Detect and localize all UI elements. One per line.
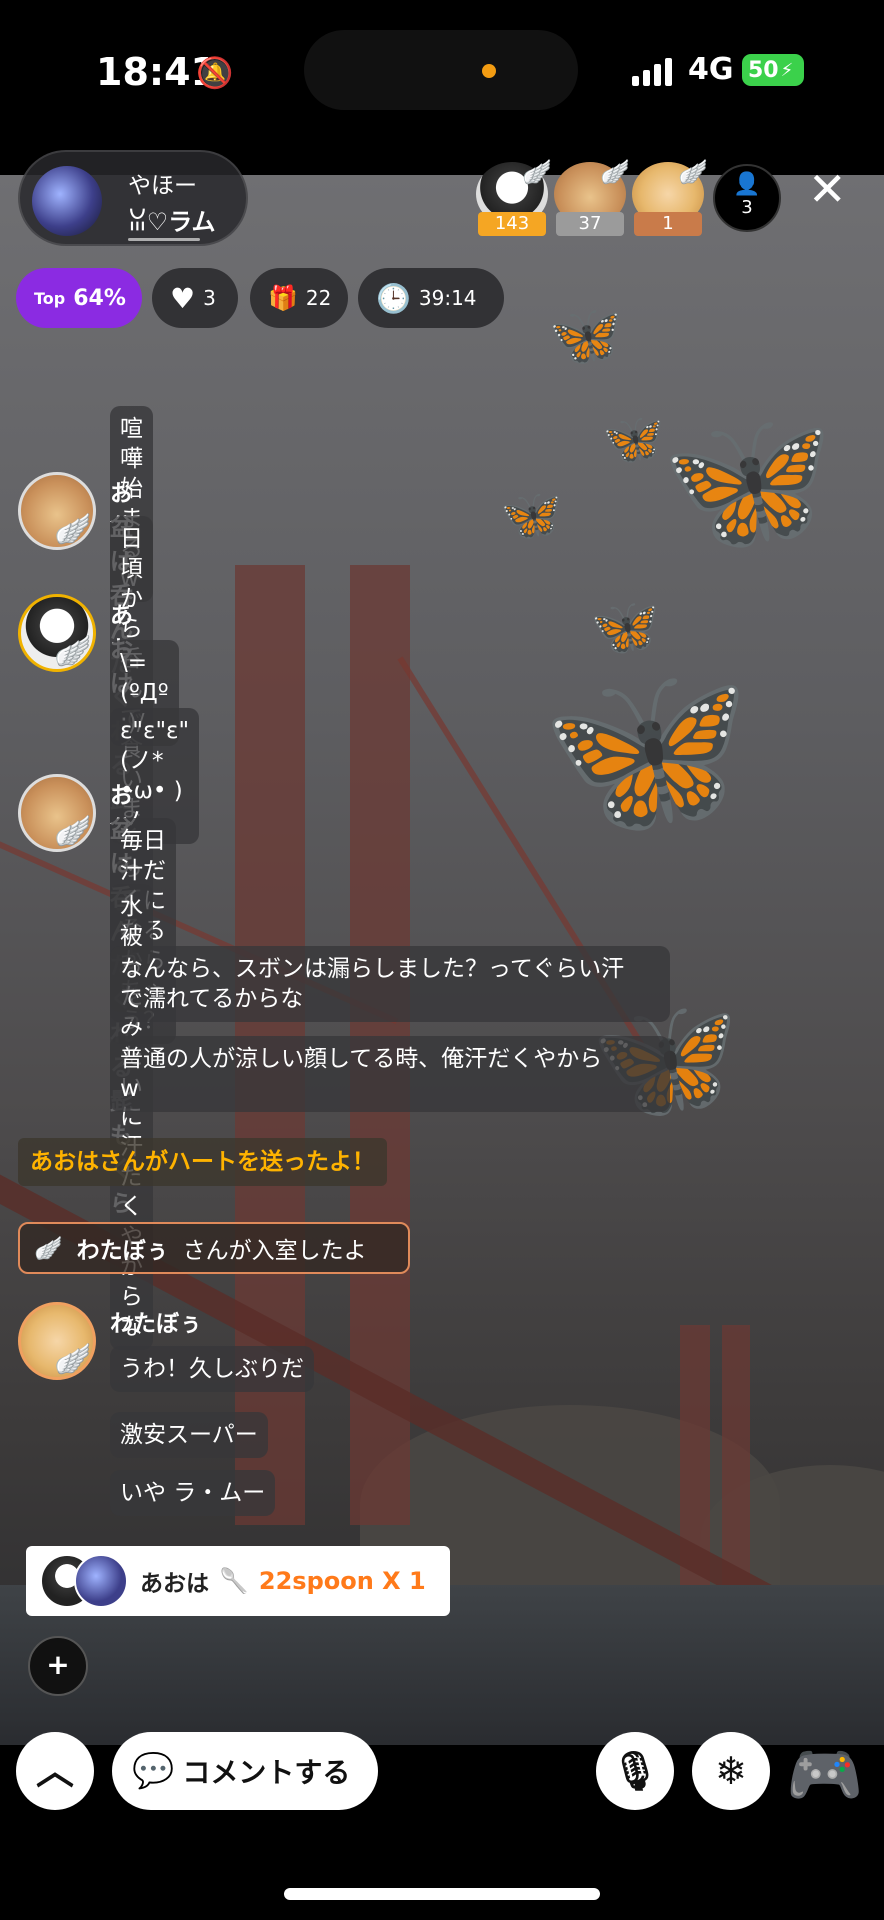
gift-amount: 22spoon X 1: [258, 1567, 426, 1595]
battery-level: 50: [748, 57, 779, 83]
message-line: w: [120, 1076, 139, 1102]
spoon-icon: 🥄: [219, 1567, 249, 1595]
host-profile[interactable]: やほー ꈍ♡ラム: [18, 150, 248, 246]
joined-username[interactable]: わたぼぅ: [77, 1231, 169, 1265]
viewer-count: 3: [741, 197, 753, 218]
chat-message: うわ！久しぶりだ: [110, 1346, 314, 1392]
rank-count: 37: [556, 212, 624, 236]
chat-message: 普通の人が涼しい顔してる時、俺汗だくやから w: [110, 1036, 670, 1112]
comment-label: コメントする: [182, 1756, 351, 1789]
likes-count: 3: [203, 286, 216, 310]
privacy-indicator: [482, 64, 496, 78]
username[interactable]: わたぼぅ: [110, 1304, 202, 1338]
add-button[interactable]: +: [28, 1636, 88, 1696]
gift-avatars: [40, 1554, 130, 1608]
host-avatar[interactable]: [32, 166, 102, 236]
microphone-icon[interactable]: 🎙: [596, 1732, 674, 1810]
dynamic-island: [304, 30, 578, 110]
top-label: Top: [34, 288, 66, 308]
wing-icon: 🪽: [678, 158, 708, 186]
gift-notification: あおは 🥄 22spoon X 1: [26, 1546, 450, 1616]
join-notification: 🪽 わたぼぅ さんが入室したよ: [18, 1222, 410, 1274]
clock-icon: 🕒: [376, 281, 411, 315]
gift-sender: あおは: [140, 1571, 209, 1597]
timer-stat: 🕒 39:14: [358, 268, 504, 328]
wing-icon: 🪽: [600, 158, 630, 186]
butterfly-effect: 🦋: [602, 410, 665, 468]
chevron-up-icon[interactable]: ︿: [16, 1732, 94, 1810]
message-line: で濡れてるからな: [120, 986, 304, 1012]
chat-bubble-icon: 💬: [132, 1751, 175, 1791]
bell-off-icon: 🔕: [196, 56, 234, 91]
top-rank-badge[interactable]: Top 64%: [16, 268, 142, 328]
wing-icon: 🪽: [34, 1235, 63, 1262]
gifts-count: 22: [305, 286, 332, 310]
charging-icon: ⚡: [780, 59, 794, 81]
rank-count: 143: [478, 212, 546, 236]
message-line: 普通の人が涼しい顔してる時、俺汗だくやから: [120, 1046, 603, 1072]
butterfly-effect: 🦋: [540, 651, 752, 849]
host-name: ꈍ♡ラム: [128, 208, 216, 236]
close-icon[interactable]: ✕: [808, 162, 847, 216]
timer-value: 39:14: [418, 286, 477, 310]
snowflake-icon[interactable]: ❄: [692, 1732, 770, 1810]
top-listener-3[interactable]: 🪽 1: [632, 158, 708, 236]
butterfly-effect: 🦋: [548, 301, 623, 371]
chat-message: 激安スーパー: [110, 1412, 268, 1458]
butterfly-effect: 🦋: [500, 486, 563, 544]
heart-notification: あおはさんがハートを送ったよ！: [18, 1138, 387, 1186]
wing-icon: 🪽: [522, 158, 552, 186]
signal-icon: [632, 56, 672, 86]
host-greeting: やほー: [128, 173, 197, 199]
top-listener-2[interactable]: 🪽 37: [554, 158, 630, 236]
butterfly-effect: 🦋: [660, 400, 835, 563]
rank-count: 1: [634, 212, 702, 236]
viewer-count-button[interactable]: 👤 3: [713, 164, 781, 232]
likes-stat[interactable]: ♥ 3: [152, 268, 238, 328]
wing-icon: 🪽: [54, 1342, 92, 1377]
top-listener-1[interactable]: 🪽 143: [476, 158, 552, 236]
status-bar: 18:41 🔕 4G 50 ⚡: [0, 0, 884, 140]
wing-icon: 🪽: [54, 634, 92, 669]
wing-icon: 🪽: [54, 814, 92, 849]
gift-icon: 🎁: [268, 284, 298, 312]
battery-icon: 50 ⚡: [742, 54, 804, 86]
home-indicator[interactable]: [284, 1888, 600, 1900]
wing-icon: 🪽: [54, 512, 92, 547]
gifts-stat[interactable]: 🎁 22: [250, 268, 348, 328]
chat-message: なんなら、スボンは漏らしました？ってぐらい汗 で濡れてるからな: [110, 946, 670, 1022]
heart-icon: ♥: [170, 281, 196, 315]
network-type: 4G: [688, 52, 734, 87]
game-controller-icon[interactable]: 🎮: [786, 1738, 863, 1812]
top-value: 64%: [73, 285, 126, 311]
comment-button[interactable]: 💬 コメントする: [112, 1732, 378, 1810]
person-icon: 👤: [733, 172, 761, 197]
join-text: さんが入室したよ: [182, 1238, 367, 1264]
message-line: なんなら、スボンは漏らしました？ってぐらい汗: [120, 956, 625, 982]
host-underline: [128, 238, 200, 241]
chat-message: いや ラ・ムー: [110, 1470, 276, 1516]
